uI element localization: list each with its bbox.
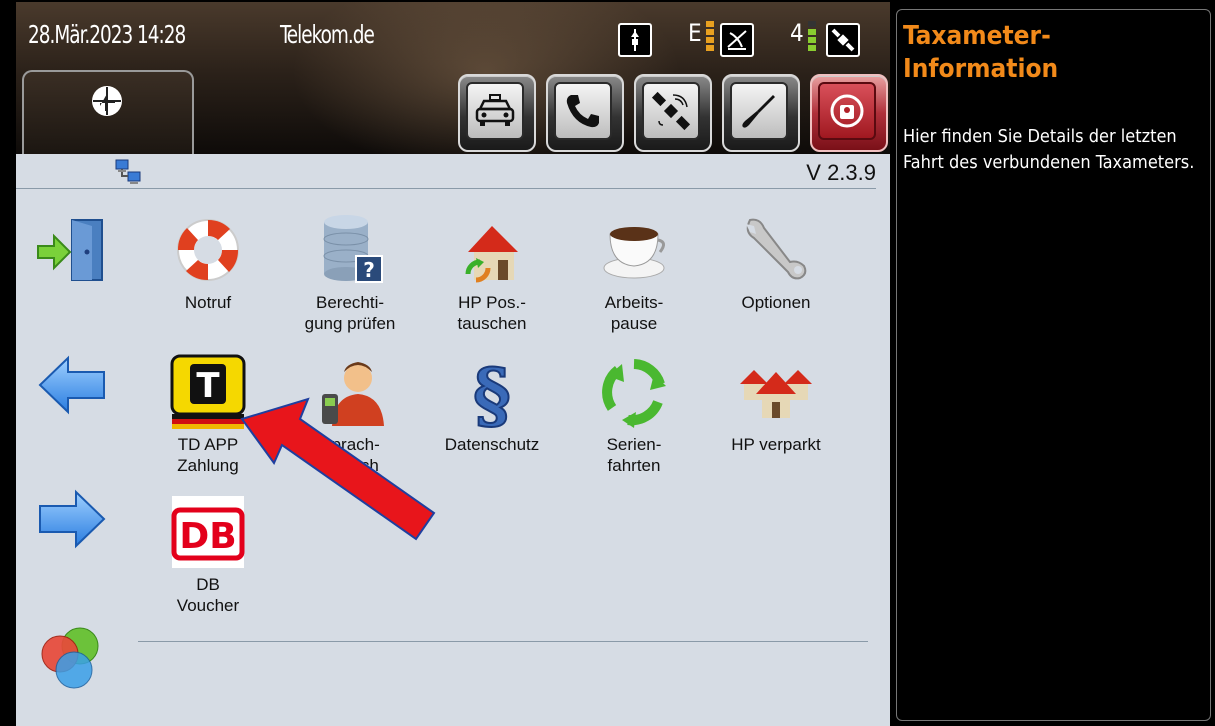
phone-icon <box>566 95 599 128</box>
svg-text:T: T <box>196 366 220 406</box>
compass-indicator-icon <box>618 23 652 57</box>
app-label: Serien- fahrten <box>606 435 662 475</box>
coffee-cup-icon <box>603 227 665 279</box>
phone-button[interactable] <box>546 74 624 152</box>
gps-bars-icon <box>808 21 816 55</box>
info-panel: Taxameter- Information Hier finden Sie D… <box>896 9 1211 721</box>
divider <box>138 641 868 642</box>
carrier-label: Telekom.de <box>280 20 375 49</box>
database-question-icon: ? <box>323 215 383 283</box>
home-tab[interactable] <box>22 70 194 154</box>
app-hp-pos-tauschen[interactable]: HP Pos.- tauschen <box>422 212 562 334</box>
house-swap-icon <box>465 226 518 283</box>
wrench-icon <box>746 218 807 280</box>
emergency-button[interactable] <box>810 74 888 152</box>
app-label: Arbeits- pause <box>604 293 664 333</box>
version-label: V 2.3.9 <box>806 160 876 185</box>
app-serienfahrten[interactable]: Serien- fahrten <box>564 354 704 476</box>
paragraph-icon: § <box>472 351 512 438</box>
taxi-button[interactable] <box>458 74 536 152</box>
houses-icon <box>740 370 812 418</box>
annotation-arrow <box>240 397 436 541</box>
satellite-count-label: 4 <box>790 19 804 47</box>
exit-door-icon[interactable] <box>34 218 110 284</box>
svg-text:?: ? <box>363 258 375 282</box>
network-icon <box>115 159 141 184</box>
home-logo-icon <box>92 86 122 116</box>
status-bar: 28.Mär.2023 14:28 Telekom.de E 4 <box>16 2 890 154</box>
app-label: Berechti- gung prüfen <box>304 293 396 333</box>
info-title: Taxameter- Information <box>903 21 1059 84</box>
app-optionen[interactable]: Optionen <box>706 212 846 313</box>
app-label: HP verparkt <box>731 435 821 454</box>
app-label: DB Voucher <box>176 575 240 615</box>
app-berechtigung-pruefen[interactable]: ? Berechti- gung prüfen <box>280 212 420 334</box>
info-text: Hier finden Sie Details der letzten Fahr… <box>903 126 1195 173</box>
satellite-icon <box>651 91 691 131</box>
app-label: Notruf <box>184 293 232 312</box>
app-notruf[interactable]: Notruf <box>138 212 278 313</box>
divider <box>16 188 876 189</box>
app-label: HP Pos.- tauschen <box>457 293 527 333</box>
forward-arrow-icon[interactable] <box>34 486 110 552</box>
datetime-label: 28.Mär.2023 14:28 <box>28 20 186 49</box>
lifebuoy-icon <box>177 219 239 281</box>
screwdriver-icon <box>742 95 775 128</box>
signal-bars-icon <box>706 21 714 55</box>
antenna-indicator-icon <box>720 23 754 57</box>
alarm-icon <box>830 94 864 128</box>
svg-text:§: § <box>473 354 511 430</box>
tools-button[interactable] <box>722 74 800 152</box>
color-circles-icon[interactable] <box>36 624 108 694</box>
app-hp-verparkt[interactable]: HP verparkt <box>706 354 846 455</box>
app-label: Optionen <box>741 293 811 312</box>
app-arbeitspause[interactable]: Arbeits- pause <box>564 212 704 334</box>
recycle-arrows-icon <box>602 359 666 428</box>
taxi-icon <box>475 94 515 126</box>
gps-indicator-icon <box>826 23 860 57</box>
main-panel: V 2.3.9 Notruf ? Berechti- gung prüfen H… <box>16 154 890 726</box>
network-type-label: E <box>688 19 702 47</box>
satellite-button[interactable] <box>634 74 712 152</box>
back-arrow-icon[interactable] <box>34 352 110 418</box>
